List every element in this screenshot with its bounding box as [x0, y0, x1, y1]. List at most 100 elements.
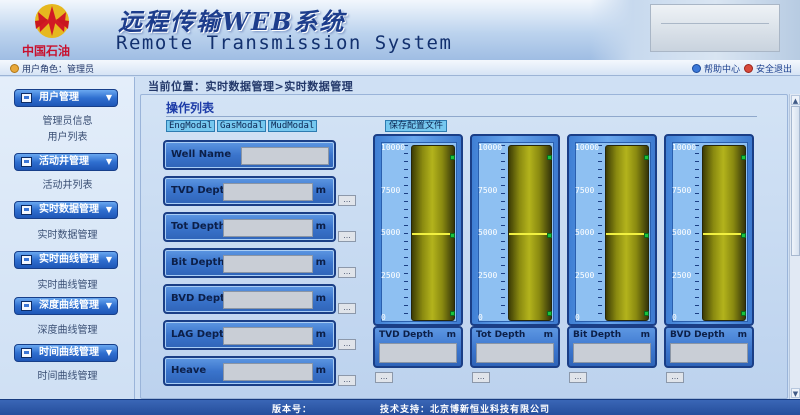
gauge-field-value[interactable] [670, 343, 748, 363]
menu-button-time-curve[interactable]: 时间曲线管理 ▼ [14, 344, 118, 362]
chevron-down-icon: ▼ [105, 93, 112, 102]
gauge-bit-depth: 10000 7500 5000 2500 0 [567, 134, 657, 326]
heave-value[interactable] [223, 363, 313, 381]
gauge-scale: 10000 7500 5000 2500 0 [672, 142, 748, 322]
gauge-indicator [644, 155, 649, 160]
folder-icon [21, 348, 32, 358]
menu-button-realtime-data[interactable]: 实时数据管理 ▼ [14, 201, 118, 219]
gauge-tick-label: 0 [381, 313, 386, 322]
gauge-indicator [741, 233, 746, 238]
menu-item-well-list[interactable]: 活动井列表 [0, 176, 135, 191]
scroll-up-icon[interactable]: ▲ [791, 95, 800, 105]
field-well-name: Well Name [163, 140, 336, 170]
gauge-more-button[interactable]: ... [666, 372, 684, 383]
tvd-depth-value[interactable] [223, 183, 313, 201]
tab-gas-modal[interactable]: GasModal [217, 120, 267, 132]
gauge-tick-label: 7500 [381, 185, 401, 195]
gauge-more-button[interactable]: ... [569, 372, 587, 383]
menu-button-user[interactable]: 用户管理 ▼ [14, 89, 118, 107]
tot-depth-value[interactable] [223, 219, 313, 237]
field-heave: Heave m [163, 356, 336, 386]
divider [166, 116, 757, 117]
gauge-ticks [598, 145, 602, 319]
menu-item-realtime-data[interactable]: 实时数据管理 [0, 226, 135, 241]
gauge-level-marker [509, 233, 551, 235]
gauge-tick-label: 5000 [478, 228, 498, 237]
lag-depth-value[interactable] [223, 327, 313, 345]
chevron-down-icon: ▼ [105, 157, 112, 166]
menu-button-well[interactable]: 活动井管理 ▼ [14, 153, 118, 171]
gauge-ticks [695, 145, 699, 319]
gauge-tick-label: 7500 [672, 185, 692, 195]
bvd-depth-value[interactable] [223, 291, 313, 309]
unit-label: m [446, 330, 456, 340]
tot-depth-more-button[interactable]: ... [338, 231, 356, 242]
gauge-tick-label: 10000 [478, 143, 503, 152]
chevron-down-icon: ▼ [105, 255, 112, 264]
well-name-value[interactable] [241, 147, 329, 165]
user-role: 用户角色：管理员 [10, 62, 94, 75]
chevron-down-icon: ▼ [105, 205, 112, 214]
menu-button-depth-curve[interactable]: 深度曲线管理 ▼ [14, 297, 118, 315]
help-link[interactable]: 帮助中心 [692, 62, 740, 75]
folder-icon [21, 157, 32, 167]
gauge-field-label: Bit Depth [573, 330, 622, 340]
gauge-more-button[interactable]: ... [375, 372, 393, 383]
unit-label: m [315, 257, 326, 268]
menu-item-admin-info[interactable]: 管理员信息 [0, 112, 135, 127]
vertical-scrollbar[interactable]: ▲ ▼ [789, 94, 800, 399]
bit-depth-value[interactable] [223, 255, 313, 273]
unit-label: m [315, 221, 326, 232]
petrochina-logo [35, 4, 69, 38]
unit-label: m [543, 330, 553, 340]
gauge-tube [508, 145, 552, 321]
scrollbar-thumb[interactable] [791, 106, 800, 256]
gauge-field-value[interactable] [573, 343, 651, 363]
field-lag-depth: LAG Depth m [163, 320, 336, 350]
gauge-field-label: TVD Depth [379, 330, 434, 340]
field-tvd-depth: TVD Depth m [163, 176, 336, 206]
menu-item-depth-curve[interactable]: 深度曲线管理 [0, 321, 135, 336]
menu-item-realtime-curve[interactable]: 实时曲线管理 [0, 276, 135, 291]
gauge-indicator [741, 155, 746, 160]
logout-link[interactable]: 安全退出 [744, 62, 792, 75]
tab-mud-modal[interactable]: MudModal [268, 120, 318, 132]
bvd-depth-more-button[interactable]: ... [338, 303, 356, 314]
gauge-indicator [644, 311, 649, 316]
unit-label: m [640, 330, 650, 340]
user-icon [10, 64, 19, 73]
field-bvd-depth: BVD Depth m [163, 284, 336, 314]
gauge-field-bit-depth: Bit Depth m [567, 326, 657, 368]
gauge-tick-label: 5000 [575, 228, 595, 237]
folder-icon [21, 301, 32, 311]
gauge-tick-label: 0 [478, 313, 483, 322]
gauge-field-value[interactable] [379, 343, 457, 363]
gauge-tube [605, 145, 649, 321]
field-label: Bit Depth [171, 257, 225, 268]
gauge-indicator [450, 155, 455, 160]
gauge-field-value[interactable] [476, 343, 554, 363]
menu-button-realtime-curve[interactable]: 实时曲线管理 ▼ [14, 251, 118, 269]
heave-more-button[interactable]: ... [338, 375, 356, 386]
save-config-button[interactable]: 保存配置文件 [385, 120, 448, 132]
gauge-field-tot-depth: Tot Depth m [470, 326, 560, 368]
scroll-down-icon[interactable]: ▼ [791, 388, 800, 398]
lag-depth-more-button[interactable]: ... [338, 339, 356, 350]
menu-item-time-curve[interactable]: 时间曲线管理 [0, 367, 135, 382]
unit-label: m [315, 365, 326, 376]
gauge-field-bvd-depth: BVD Depth m [664, 326, 754, 368]
bit-depth-more-button[interactable]: ... [338, 267, 356, 278]
gauge-indicator [547, 155, 552, 160]
breadcrumb: 当前位置：实时数据管理>实时数据管理 [148, 80, 354, 93]
field-label: Heave [171, 365, 207, 376]
version-label: 版本号： [272, 405, 313, 415]
gauge-tube [411, 145, 455, 321]
tvd-depth-more-button[interactable]: ... [338, 195, 356, 206]
menu-item-user-list[interactable]: 用户列表 [0, 128, 135, 143]
gauge-field-label: BVD Depth [670, 330, 725, 340]
tab-eng-modal[interactable]: EngModal [166, 120, 216, 132]
gauge-more-button[interactable]: ... [472, 372, 490, 383]
folder-icon [21, 255, 32, 265]
unit-label: m [315, 293, 326, 304]
gauge-level-marker [412, 233, 454, 235]
